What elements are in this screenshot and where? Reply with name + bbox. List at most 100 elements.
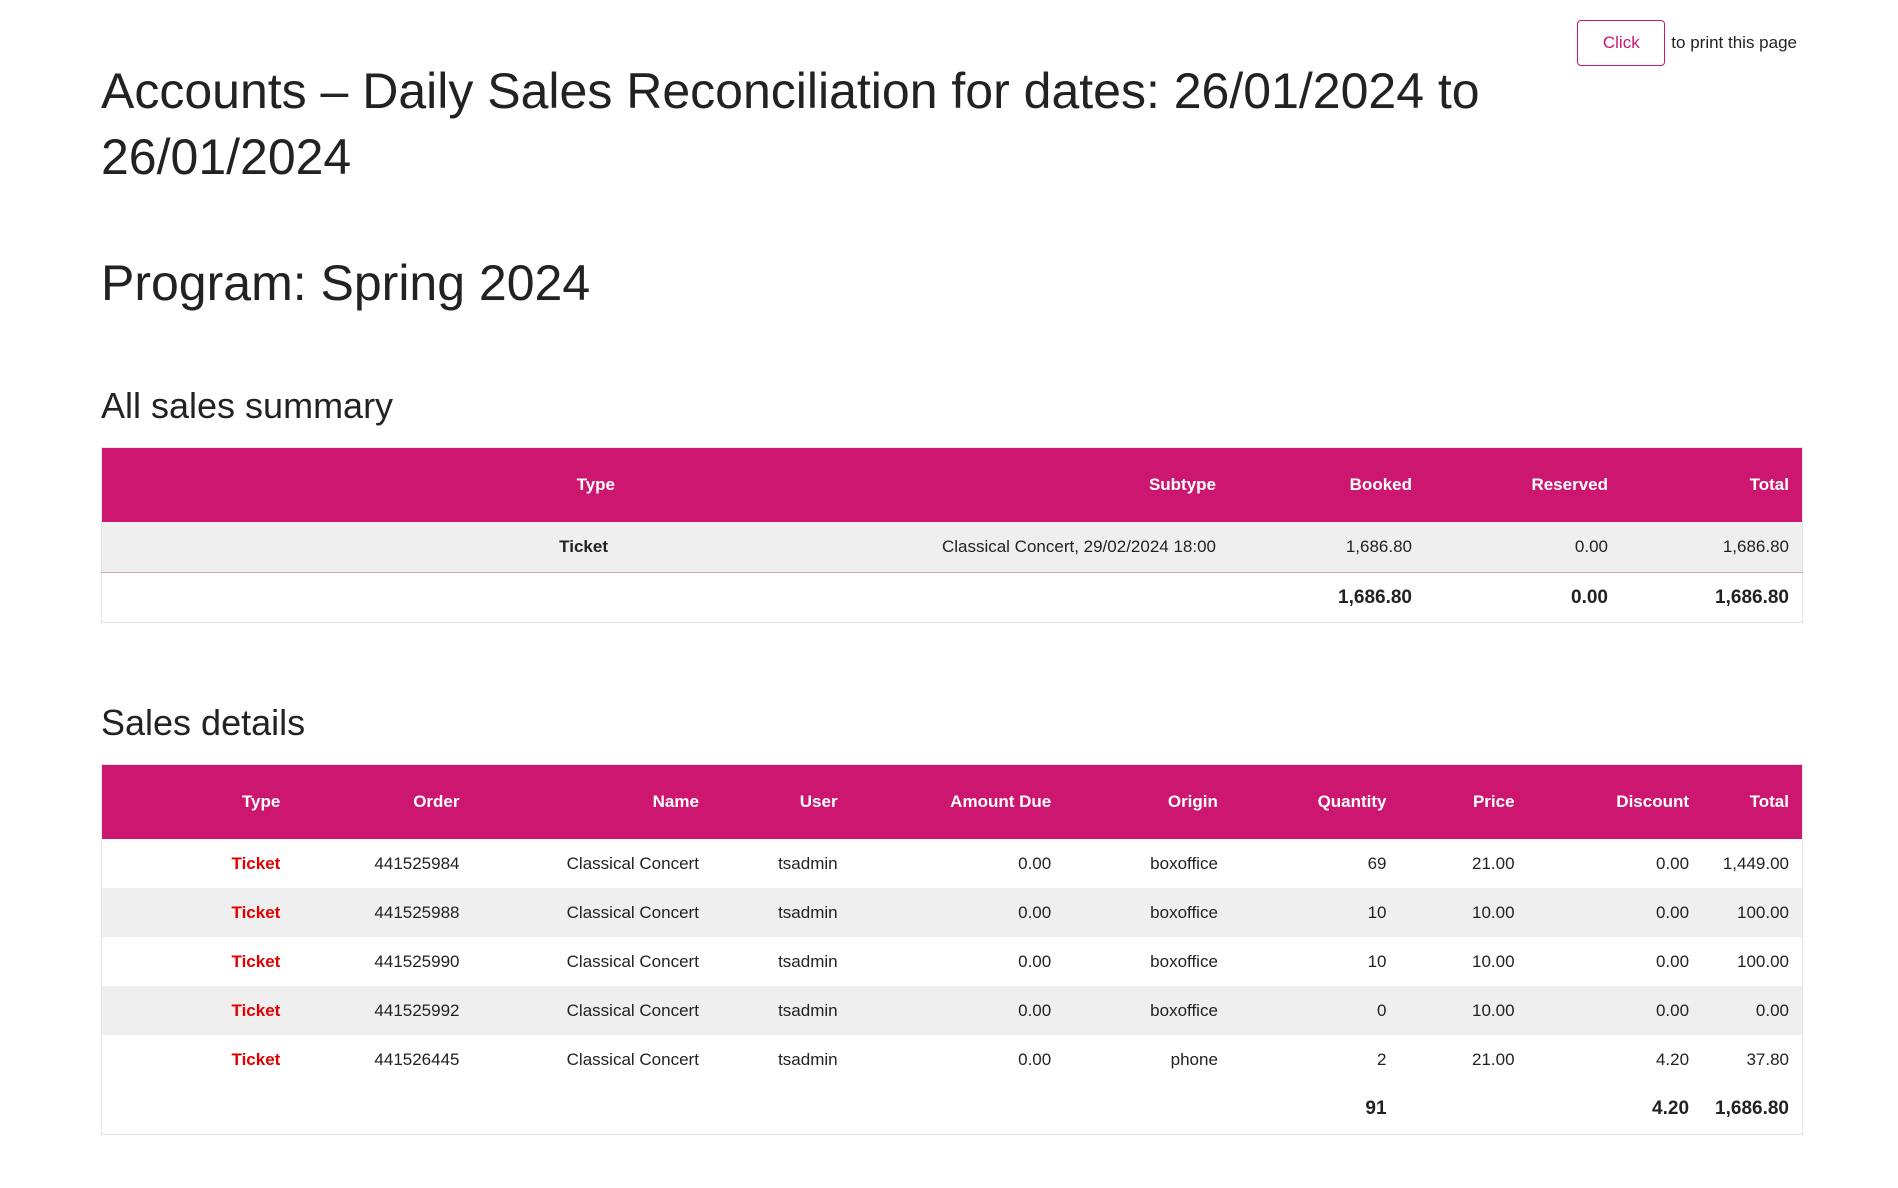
details-user-cell: tsadmin (711, 888, 851, 937)
details-discount-cell: 0.00 (1527, 986, 1703, 1035)
summary-row: Ticket Classical Concert, 29/02/2024 18:… (101, 522, 1803, 573)
details-amount-due-cell: 0.00 (850, 986, 1065, 1035)
details-name-cell: Classical Concert (566, 1049, 699, 1069)
details-order-cell: 441526445 (374, 1049, 460, 1069)
summary-totals-spacer (628, 572, 1229, 623)
details-col-discount: Discount (1616, 792, 1690, 811)
summary-table: Type Subtype Booked Reserved Total Ticke… (101, 447, 1803, 623)
details-header-row: Type Order Name User Amount Due Origin Q… (101, 764, 1803, 839)
details-origin-cell: boxoffice (1150, 853, 1218, 873)
details-col-name: Name (652, 792, 699, 811)
summary-col-total: Total (1749, 475, 1789, 494)
details-total-cell: 37.80 (1746, 1049, 1789, 1069)
print-instruction: to print this page (1671, 33, 1797, 52)
page-title: Accounts – Daily Sales Reconciliation fo… (101, 63, 1480, 185)
summary-total-booked: 1,686.80 (1229, 572, 1425, 623)
details-price-cell: 10.00 (1472, 951, 1515, 971)
details-row: Ticket 441525990 Classical Concert tsadm… (102, 937, 1803, 986)
summary-totals-spacer (101, 572, 628, 623)
details-user-cell: tsadmin (711, 986, 851, 1035)
details-name-cell: Classical Concert (566, 853, 699, 873)
details-col-total: Total (1749, 792, 1789, 811)
details-amount-due-cell: 0.00 (850, 888, 1065, 937)
summary-col-booked: Booked (1349, 475, 1412, 494)
summary-subtype-cell: Classical Concert, 29/02/2024 18:00 (628, 522, 1229, 573)
ticket-link[interactable]: Ticket (232, 1001, 281, 1020)
details-totals-row: 91 4.20 1,686.80 (101, 1084, 1803, 1135)
details-user-cell: tsadmin (778, 951, 838, 971)
details-row: Ticket 441525984 Classical Concert tsadm… (102, 839, 1803, 888)
details-totals-spacer (472, 1084, 712, 1135)
details-quantity-cell: 2 (1377, 1049, 1387, 1069)
details-discount-cell: 0.00 (1655, 951, 1690, 971)
details-price-cell: 21.00 (1472, 853, 1515, 873)
details-totals-spacer (1399, 1084, 1528, 1135)
details-col-quantity: Quantity (1317, 792, 1387, 811)
details-price-cell: 21.00 (1472, 1049, 1515, 1069)
details-user-cell: tsadmin (778, 853, 838, 873)
summary-col-subtype: Subtype (1148, 475, 1216, 494)
print-button[interactable]: Click (1577, 20, 1666, 66)
summary-total-cell: 1,686.80 (1621, 522, 1803, 573)
details-col-user: User (799, 792, 838, 811)
details-total-cell: 100.00 (1737, 951, 1789, 971)
summary-type-cell: Ticket (101, 522, 628, 573)
summary-total-reserved: 0.00 (1425, 572, 1621, 623)
details-origin-cell: phone (1170, 1049, 1218, 1069)
details-type-cell: Ticket (102, 839, 294, 888)
details-order-cell: 441525984 (374, 853, 460, 873)
ticket-link[interactable]: Ticket (232, 952, 281, 971)
details-discount-cell: 0.00 (1655, 853, 1690, 873)
details-col-origin: Origin (1167, 792, 1218, 811)
details-section-title: Sales details (101, 702, 306, 743)
summary-col-type: Type (576, 475, 615, 494)
details-user-cell: tsadmin (778, 1049, 838, 1069)
details-col-order: Order (413, 792, 460, 811)
details-order-cell: 441525988 (293, 888, 473, 937)
details-quantity-cell: 69 (1367, 853, 1387, 873)
details-order-cell: 441525990 (374, 951, 460, 971)
details-discount-cell: 4.20 (1655, 1049, 1690, 1069)
print-bar: Click to print this page (1577, 20, 1797, 66)
details-quantity-cell: 10 (1367, 951, 1387, 971)
details-col-price: Price (1472, 792, 1515, 811)
details-col-amount-due: Amount Due (950, 792, 1052, 811)
ticket-link[interactable]: Ticket (232, 903, 281, 922)
details-type-cell: Ticket (101, 986, 294, 1035)
details-type-cell: Ticket (102, 937, 294, 986)
details-order-cell: 441525992 (293, 986, 473, 1035)
details-col-type: Type (241, 792, 281, 811)
summary-booked-cell: 1,686.80 (1229, 522, 1425, 573)
details-discount-cell: 0.00 (1527, 888, 1703, 937)
summary-totals-row: 1,686.80 0.00 1,686.80 (101, 572, 1803, 623)
details-type-cell: Ticket (102, 1035, 294, 1084)
details-totals-spacer (101, 1084, 294, 1135)
summary-header-row: Type Subtype Booked Reserved Total (101, 447, 1803, 522)
ticket-link[interactable]: Ticket (232, 854, 281, 873)
details-total-quantity: 91 (1230, 1084, 1400, 1135)
details-total-cell: 1,449.00 (1722, 853, 1789, 873)
details-totals-spacer (850, 1084, 1065, 1135)
details-row: Ticket 441526445 Classical Concert tsadm… (102, 1035, 1803, 1084)
details-type-cell: Ticket (101, 888, 294, 937)
details-amount-due-cell: 0.00 (1018, 951, 1052, 971)
details-origin-cell: boxoffice (1064, 986, 1231, 1035)
summary-section-title: All sales summary (101, 385, 394, 426)
summary-reserved-cell: 0.00 (1425, 522, 1621, 573)
details-totals-spacer (1064, 1084, 1231, 1135)
details-total-cell: 100.00 (1702, 888, 1803, 937)
ticket-link[interactable]: Ticket (232, 1050, 281, 1069)
details-total-discount: 4.20 (1527, 1084, 1703, 1135)
details-price-cell: 10.00 (1399, 986, 1528, 1035)
summary-grand-total: 1,686.80 (1621, 572, 1803, 623)
details-row: Ticket 441525988 Classical Concert tsadm… (101, 888, 1803, 937)
details-total-cell: 0.00 (1702, 986, 1803, 1035)
details-totals-spacer (711, 1084, 851, 1135)
program-title: Program: Spring 2024 (101, 255, 591, 311)
details-price-cell: 10.00 (1399, 888, 1528, 937)
details-table: Type Order Name User Amount Due Origin Q… (101, 764, 1803, 1135)
details-name-cell: Classical Concert (472, 986, 712, 1035)
details-row: Ticket 441525992 Classical Concert tsadm… (101, 986, 1803, 1035)
details-name-cell: Classical Concert (566, 951, 699, 971)
summary-col-reserved: Reserved (1531, 475, 1608, 494)
